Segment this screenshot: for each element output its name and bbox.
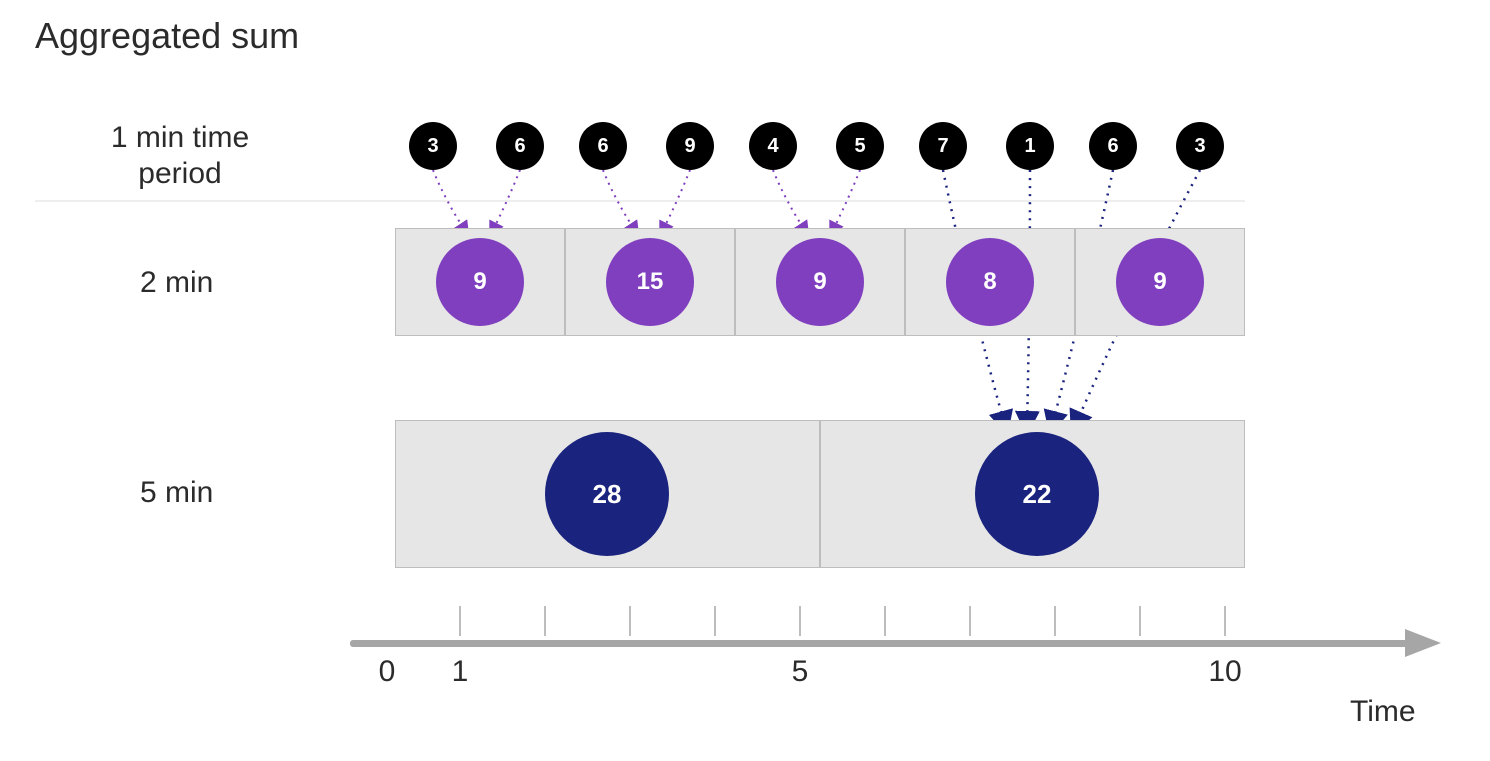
diagram-stage: Aggregated sum 1 min time period 2 min 5… (0, 0, 1490, 761)
raw-point-5: 4 (749, 122, 797, 170)
row-label-1min: 1 min time period (95, 120, 265, 192)
raw-point-7: 7 (919, 122, 967, 170)
raw-point-4: 9 (666, 122, 714, 170)
time-axis-arrow-icon (1405, 629, 1441, 657)
time-axis-label: Time (1350, 695, 1416, 729)
row-divider (35, 200, 1245, 202)
agg-5min-2: 22 (975, 432, 1099, 556)
tick-2 (544, 606, 546, 636)
raw-point-8: 1 (1006, 122, 1054, 170)
diagram-title: Aggregated sum (35, 15, 299, 57)
raw-point-2: 6 (496, 122, 544, 170)
axis-number-0: 0 (379, 655, 396, 689)
tick-6 (884, 606, 886, 636)
tick-5 (799, 606, 801, 636)
row-label-2min: 2 min (140, 265, 213, 301)
raw-point-6: 5 (836, 122, 884, 170)
agg-2min-4: 8 (946, 238, 1034, 326)
time-axis (350, 640, 1410, 647)
tick-3 (629, 606, 631, 636)
raw-point-3: 6 (579, 122, 627, 170)
tick-8 (1054, 606, 1056, 636)
raw-point-10: 3 (1176, 122, 1224, 170)
axis-number-1: 1 (452, 655, 469, 689)
row-label-1min-line2: period (138, 157, 221, 190)
axis-number-10: 10 (1208, 655, 1241, 689)
axis-number-5: 5 (792, 655, 809, 689)
agg-2min-3: 9 (776, 238, 864, 326)
agg-2min-5: 9 (1116, 238, 1204, 326)
row-label-5min: 5 min (140, 475, 213, 511)
tick-4 (714, 606, 716, 636)
tick-7 (969, 606, 971, 636)
agg-2min-1: 9 (436, 238, 524, 326)
raw-point-1: 3 (409, 122, 457, 170)
agg-5min-1: 28 (545, 432, 669, 556)
tick-10 (1224, 606, 1226, 636)
tick-1 (459, 606, 461, 636)
raw-point-9: 6 (1089, 122, 1137, 170)
row-label-1min-line1: 1 min time (111, 121, 249, 154)
agg-2min-2: 15 (606, 238, 694, 326)
tick-9 (1139, 606, 1141, 636)
